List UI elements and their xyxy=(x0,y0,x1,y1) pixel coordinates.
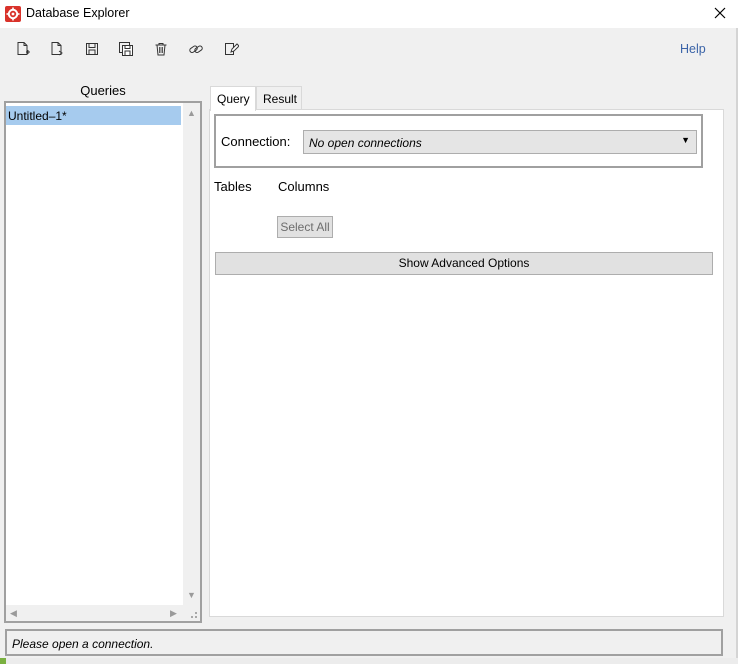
chevron-down-icon: ▼ xyxy=(681,135,690,145)
queries-heading: Queries xyxy=(80,83,126,98)
resize-grip[interactable] xyxy=(183,605,200,621)
taskbar-indicator xyxy=(0,658,6,664)
save-icon xyxy=(84,41,100,60)
show-advanced-options-button[interactable]: Show Advanced Options xyxy=(215,252,713,275)
edit-button[interactable] xyxy=(220,39,242,61)
new-query-button[interactable] xyxy=(12,39,34,61)
vertical-scrollbar[interactable]: ▲ ▼ xyxy=(183,103,200,605)
window-title: Database Explorer xyxy=(26,6,130,20)
app-gear-icon xyxy=(5,6,21,22)
connection-dropdown[interactable]: No open connections ▼ xyxy=(303,130,697,154)
connection-value: No open connections xyxy=(309,136,422,150)
scroll-left-icon[interactable]: ◀ xyxy=(10,608,17,618)
tab-query[interactable]: Query xyxy=(210,86,256,111)
tables-label: Tables xyxy=(214,179,252,194)
open-query-button[interactable] xyxy=(46,39,68,61)
tab-result[interactable]: Result xyxy=(256,86,302,110)
save-button[interactable] xyxy=(81,39,103,61)
queries-list[interactable]: Untitled–1* ▲ ▼ ◀ ▶ xyxy=(4,101,202,623)
query-list-item[interactable]: Untitled–1* xyxy=(6,106,181,125)
title-bar: Database Explorer xyxy=(0,0,738,28)
link-icon xyxy=(188,41,204,60)
scroll-down-icon[interactable]: ▼ xyxy=(187,590,196,600)
connection-group: Connection: No open connections ▼ xyxy=(214,114,703,168)
connect-button[interactable] xyxy=(185,39,207,61)
status-bar: Please open a connection. xyxy=(5,629,723,656)
help-link[interactable]: Help xyxy=(680,42,706,56)
close-icon xyxy=(714,7,726,22)
status-message: Please open a connection. xyxy=(12,637,154,651)
delete-button[interactable] xyxy=(150,39,172,61)
close-button[interactable] xyxy=(706,2,734,26)
edit-icon xyxy=(223,41,240,60)
horizontal-scrollbar[interactable]: ◀ ▶ xyxy=(6,605,183,621)
scroll-right-icon[interactable]: ▶ xyxy=(170,608,177,618)
save-all-icon xyxy=(118,41,134,60)
trash-icon xyxy=(153,41,169,60)
scroll-up-icon[interactable]: ▲ xyxy=(187,108,196,118)
connection-label: Connection: xyxy=(221,134,291,149)
columns-label: Columns xyxy=(278,179,330,194)
new-document-icon xyxy=(15,41,31,60)
open-document-icon xyxy=(49,41,65,60)
select-all-button[interactable]: Select All xyxy=(277,216,333,238)
bottom-edge xyxy=(0,658,738,664)
save-all-button[interactable] xyxy=(115,39,137,61)
